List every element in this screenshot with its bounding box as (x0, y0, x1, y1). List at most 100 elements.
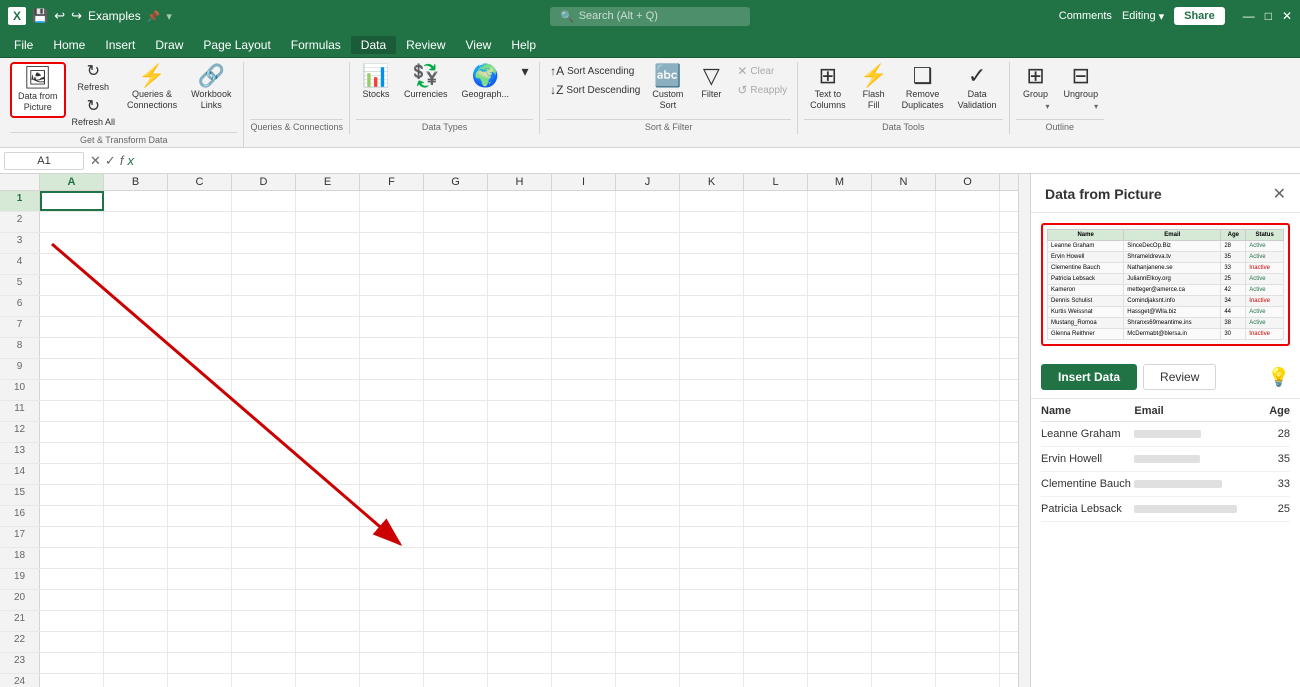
cell-E1[interactable] (296, 191, 360, 211)
cell-A4[interactable] (40, 254, 104, 274)
cell-B22[interactable] (104, 632, 168, 652)
cell-E20[interactable] (296, 590, 360, 610)
cell-H9[interactable] (488, 359, 552, 379)
cell-O14[interactable] (936, 464, 1000, 484)
cell-O21[interactable] (936, 611, 1000, 631)
cell-A19[interactable] (40, 569, 104, 589)
cell-L4[interactable] (744, 254, 808, 274)
cell-L5[interactable] (744, 275, 808, 295)
cell-O5[interactable] (936, 275, 1000, 295)
cell-J2[interactable] (616, 212, 680, 232)
menu-file[interactable]: File (4, 36, 43, 54)
cell-F3[interactable] (360, 233, 424, 253)
scroll-indicator[interactable] (1018, 174, 1030, 687)
cell-G7[interactable] (424, 317, 488, 337)
cell-J3[interactable] (616, 233, 680, 253)
cell-K10[interactable] (680, 380, 744, 400)
cell-H5[interactable] (488, 275, 552, 295)
cell-G19[interactable] (424, 569, 488, 589)
cell-P14[interactable] (1000, 464, 1018, 484)
cell-F24[interactable] (360, 674, 424, 687)
share-button[interactable]: Share (1174, 7, 1225, 25)
cell-J1[interactable] (616, 191, 680, 211)
remove-duplicates-button[interactable]: ❑ RemoveDuplicates (896, 62, 950, 114)
cell-G10[interactable] (424, 380, 488, 400)
cell-H20[interactable] (488, 590, 552, 610)
cell-N19[interactable] (872, 569, 936, 589)
cell-N12[interactable] (872, 422, 936, 442)
cell-C2[interactable] (168, 212, 232, 232)
cell-A9[interactable] (40, 359, 104, 379)
cell-A18[interactable] (40, 548, 104, 568)
cell-P1[interactable] (1000, 191, 1018, 211)
cell-P4[interactable] (1000, 254, 1018, 274)
cell-F12[interactable] (360, 422, 424, 442)
cell-P6[interactable] (1000, 296, 1018, 316)
cell-N11[interactable] (872, 401, 936, 421)
cell-E24[interactable] (296, 674, 360, 687)
cell-D14[interactable] (232, 464, 296, 484)
cell-J11[interactable] (616, 401, 680, 421)
cell-P11[interactable] (1000, 401, 1018, 421)
cell-F6[interactable] (360, 296, 424, 316)
maximize-btn[interactable]: □ (1265, 9, 1272, 23)
workbook-links-button[interactable]: 🔗 WorkbookLinks (185, 62, 237, 114)
tab-insert-data[interactable]: Insert Data (1041, 364, 1137, 390)
cell-D10[interactable] (232, 380, 296, 400)
cell-N20[interactable] (872, 590, 936, 610)
cell-H7[interactable] (488, 317, 552, 337)
cell-N16[interactable] (872, 506, 936, 526)
cell-A24[interactable] (40, 674, 104, 687)
cell-E17[interactable] (296, 527, 360, 547)
cell-C16[interactable] (168, 506, 232, 526)
cell-O15[interactable] (936, 485, 1000, 505)
cell-A11[interactable] (40, 401, 104, 421)
cell-G6[interactable] (424, 296, 488, 316)
cell-H23[interactable] (488, 653, 552, 673)
cell-D12[interactable] (232, 422, 296, 442)
cell-M3[interactable] (808, 233, 872, 253)
cell-A21[interactable] (40, 611, 104, 631)
cell-K21[interactable] (680, 611, 744, 631)
cell-D2[interactable] (232, 212, 296, 232)
minimize-btn[interactable]: — (1243, 9, 1255, 23)
cell-G13[interactable] (424, 443, 488, 463)
cell-P18[interactable] (1000, 548, 1018, 568)
cell-F23[interactable] (360, 653, 424, 673)
cell-I10[interactable] (552, 380, 616, 400)
cell-D24[interactable] (232, 674, 296, 687)
cell-J9[interactable] (616, 359, 680, 379)
cell-I13[interactable] (552, 443, 616, 463)
cell-F15[interactable] (360, 485, 424, 505)
cell-P12[interactable] (1000, 422, 1018, 442)
cell-G14[interactable] (424, 464, 488, 484)
cell-B10[interactable] (104, 380, 168, 400)
cell-C8[interactable] (168, 338, 232, 358)
cell-C5[interactable] (168, 275, 232, 295)
cell-E2[interactable] (296, 212, 360, 232)
cell-B19[interactable] (104, 569, 168, 589)
cell-B1[interactable] (104, 191, 168, 211)
cell-I20[interactable] (552, 590, 616, 610)
cell-D7[interactable] (232, 317, 296, 337)
cell-B18[interactable] (104, 548, 168, 568)
cell-J8[interactable] (616, 338, 680, 358)
cell-C23[interactable] (168, 653, 232, 673)
cell-K4[interactable] (680, 254, 744, 274)
menu-data[interactable]: Data (351, 36, 396, 54)
cell-O8[interactable] (936, 338, 1000, 358)
cell-H19[interactable] (488, 569, 552, 589)
cell-H14[interactable] (488, 464, 552, 484)
cell-O22[interactable] (936, 632, 1000, 652)
cell-J19[interactable] (616, 569, 680, 589)
cell-I2[interactable] (552, 212, 616, 232)
cell-E23[interactable] (296, 653, 360, 673)
cell-K9[interactable] (680, 359, 744, 379)
stocks-button[interactable]: 📊 Stocks (356, 62, 396, 103)
cell-P17[interactable] (1000, 527, 1018, 547)
cell-C20[interactable] (168, 590, 232, 610)
cell-C19[interactable] (168, 569, 232, 589)
cell-O24[interactable] (936, 674, 1000, 687)
cell-G24[interactable] (424, 674, 488, 687)
cell-C24[interactable] (168, 674, 232, 687)
